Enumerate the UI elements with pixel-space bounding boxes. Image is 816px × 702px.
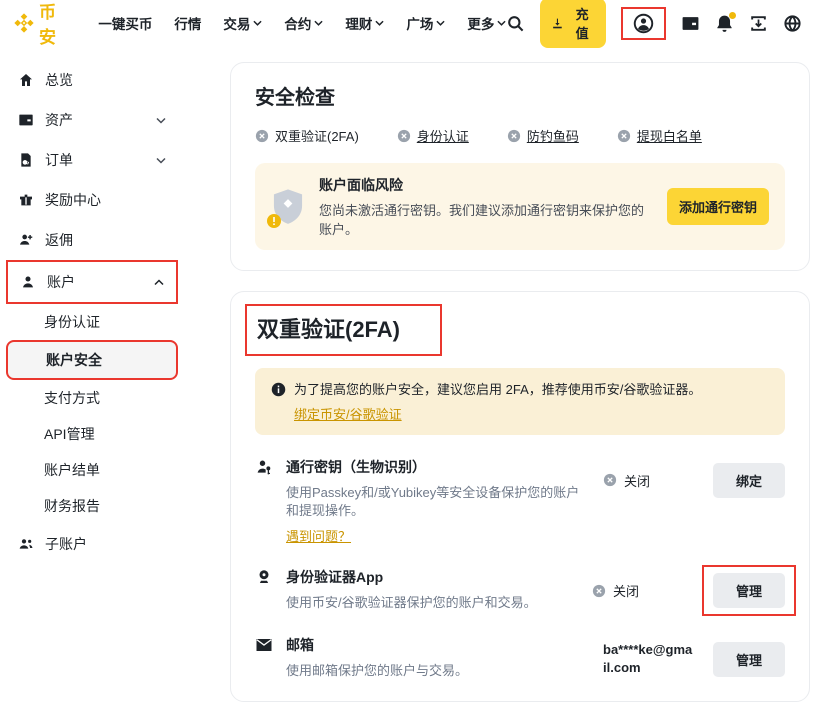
- email-description: 使用邮箱保护您的账户与交易。: [286, 662, 591, 681]
- security-checklist: 双重验证(2FA) 身份认证 防钓鱼码 提现白名单: [255, 126, 785, 145]
- chevron-down-icon: [436, 20, 445, 26]
- twofa-card: 双重验证(2FA) 为了提高您的账户安全，建议您启用 2FA，推荐使用币安/谷歌…: [230, 291, 810, 702]
- chevron-down-icon: [375, 20, 384, 26]
- wallet-icon[interactable]: [681, 14, 700, 33]
- nav-item-markets[interactable]: 行情: [174, 13, 201, 33]
- sidebar-item-api-management[interactable]: API管理: [6, 416, 178, 452]
- security-check-title: 安全检查: [255, 81, 785, 110]
- download-app-icon[interactable]: [749, 14, 768, 33]
- authenticator-icon: [255, 568, 273, 586]
- chevron-down-icon: [314, 20, 323, 26]
- chevron-up-icon: [154, 279, 164, 286]
- email-title: 邮箱: [286, 635, 591, 655]
- chevron-down-icon: [497, 20, 506, 26]
- sidebar-item-account-security[interactable]: 账户安全: [6, 340, 178, 380]
- authenticator-description: 使用币安/谷歌验证器保护您的账户和交易。: [286, 594, 580, 613]
- email-icon: [255, 636, 273, 654]
- main-content: 安全检查 双重验证(2FA) 身份认证 防钓鱼码 提现白名单: [230, 46, 816, 702]
- referral-icon: [18, 232, 34, 248]
- sidebar-item-overview[interactable]: 总览: [6, 60, 178, 100]
- add-passkey-button[interactable]: 添加通行密钥: [667, 188, 769, 225]
- home-icon: [18, 72, 34, 88]
- sidebar-item-orders[interactable]: 订单: [6, 140, 178, 180]
- nav-item-square[interactable]: 广场: [406, 13, 445, 33]
- account-risk-alert: 账户面临风险 您尚未激活通行密钥。我们建议添加通行密钥来保护您的账户。 添加通行…: [255, 163, 785, 250]
- nav-item-more[interactable]: 更多: [467, 13, 506, 33]
- passkey-icon: [255, 458, 273, 476]
- email-masked-value: ba****ke@gmail.com: [603, 641, 695, 677]
- twofa-row-email: 邮箱 使用邮箱保护您的账户与交易。 ba****ke@gmail.com 管理: [255, 635, 785, 681]
- deposit-button[interactable]: 充值: [540, 0, 606, 48]
- alert-description: 您尚未激活通行密钥。我们建议添加通行密钥来保护您的账户。: [319, 200, 653, 238]
- passkey-status: 关闭: [603, 471, 695, 490]
- check-item-2fa[interactable]: 双重验证(2FA): [255, 126, 359, 145]
- authenticator-manage-button[interactable]: 管理: [713, 573, 785, 608]
- email-manage-button[interactable]: 管理: [713, 642, 785, 677]
- sidebar-item-subaccounts[interactable]: 子账户: [6, 524, 178, 564]
- passkey-description: 使用Passkey和/或Yubikey等安全设备保护您的账户和提现操作。: [286, 484, 591, 522]
- sidebar-item-identification[interactable]: 身份认证: [6, 304, 178, 340]
- sidebar-item-account-statement[interactable]: 账户结单: [6, 452, 178, 488]
- circle-x-icon: [255, 129, 269, 143]
- check-item-identity[interactable]: 身份认证: [397, 126, 469, 145]
- nav-item-buy-crypto[interactable]: 一键买币: [98, 13, 152, 33]
- sidebar-item-account[interactable]: 账户: [6, 260, 178, 304]
- chevron-down-icon: [156, 117, 166, 124]
- check-item-antiphishing[interactable]: 防钓鱼码: [507, 126, 579, 145]
- nav-item-futures[interactable]: 合约: [284, 13, 323, 33]
- shield-warning-icon: [271, 188, 305, 226]
- bind-authenticator-link[interactable]: 绑定币安/谷歌验证: [294, 404, 402, 423]
- check-item-withdrawal-whitelist[interactable]: 提现白名单: [617, 126, 702, 145]
- info-icon: [271, 382, 286, 397]
- twofa-info-text: 为了提高您的账户安全，建议您启用 2FA，推荐使用币安/谷歌验证器。: [294, 380, 701, 400]
- authenticator-title: 身份验证器App: [286, 567, 580, 587]
- annotation-box-profile: [621, 7, 666, 40]
- binance-logo[interactable]: 币安: [14, 0, 74, 48]
- twofa-title: 双重验证(2FA): [257, 312, 400, 344]
- annotation-box-manage-button: 管理: [702, 565, 796, 616]
- alert-title: 账户面临风险: [319, 175, 653, 195]
- deposit-icon: [551, 17, 564, 30]
- notifications-bell-icon[interactable]: [715, 14, 734, 33]
- security-check-card: 安全检查 双重验证(2FA) 身份认证 防钓鱼码 提现白名单: [230, 62, 810, 271]
- passkey-bind-button[interactable]: 绑定: [713, 463, 785, 498]
- brand-name: 币安: [39, 0, 74, 48]
- sidebar-item-referral[interactable]: 返佣: [6, 220, 178, 260]
- chevron-down-icon: [156, 157, 166, 164]
- main-nav: 一键买币 行情 交易 合约 理财 广场 更多: [98, 13, 506, 33]
- sidebar-item-payment-methods[interactable]: 支付方式: [6, 380, 178, 416]
- circle-x-icon: [507, 129, 521, 143]
- sidebar-item-assets[interactable]: 资产: [6, 100, 178, 140]
- binance-logo-icon: [14, 13, 34, 33]
- passkey-trouble-link[interactable]: 遇到问题？: [286, 526, 351, 545]
- authenticator-status: 关闭: [592, 581, 684, 600]
- twofa-row-authenticator: 身份验证器App 使用币安/谷歌验证器保护您的账户和交易。 关闭 管理: [255, 567, 785, 613]
- circle-x-icon: [592, 584, 606, 598]
- nav-item-earn[interactable]: 理财: [345, 13, 384, 33]
- circle-x-icon: [397, 129, 411, 143]
- sidebar: 总览 资产 订单 奖励中心 返佣 账户 身份认证 账户安全 支付方式 API管理: [0, 46, 230, 564]
- profile-icon[interactable]: [633, 13, 654, 34]
- subaccounts-icon: [18, 536, 34, 552]
- top-navbar: 币安 一键买币 行情 交易 合约 理财 广场 更多 充值: [0, 0, 816, 46]
- twofa-info-banner: 为了提高您的账户安全，建议您启用 2FA，推荐使用币安/谷歌验证器。 绑定币安/…: [255, 368, 785, 435]
- passkey-title: 通行密钥（生物识别）: [286, 457, 591, 477]
- chevron-down-icon: [253, 20, 262, 26]
- search-icon[interactable]: [506, 14, 525, 33]
- twofa-row-passkey: 通行密钥（生物识别） 使用Passkey和/或Yubikey等安全设备保护您的账…: [255, 457, 785, 546]
- globe-icon[interactable]: [783, 14, 802, 33]
- wallet-icon: [18, 112, 34, 128]
- sidebar-item-rewards-hub[interactable]: 奖励中心: [6, 180, 178, 220]
- annotation-box-2fa-title: 双重验证(2FA): [245, 304, 442, 356]
- circle-x-icon: [617, 129, 631, 143]
- sidebar-item-financial-reports[interactable]: 财务报告: [6, 488, 178, 524]
- rewards-icon: [18, 192, 34, 208]
- user-icon: [20, 274, 36, 290]
- orders-icon: [18, 152, 34, 168]
- notification-dot: [729, 12, 736, 19]
- circle-x-icon: [603, 473, 617, 487]
- nav-item-trade[interactable]: 交易: [223, 13, 262, 33]
